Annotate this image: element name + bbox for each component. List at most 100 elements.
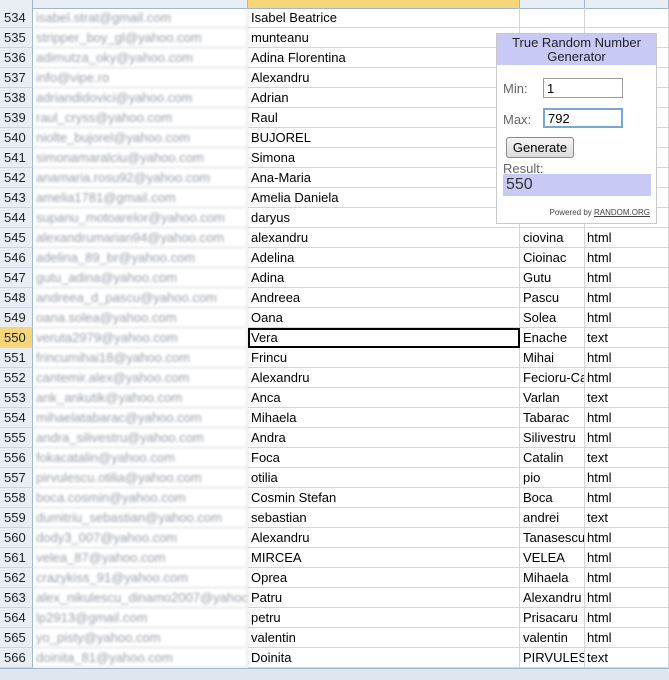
- active-cell[interactable]: Vera: [248, 328, 520, 348]
- row-header[interactable]: 545: [0, 228, 33, 248]
- cell-format[interactable]: html: [585, 568, 669, 588]
- cell-last-name[interactable]: Alexandru: [520, 588, 585, 608]
- cell-email[interactable]: raul_cryss@yahoo.com: [33, 108, 248, 128]
- cell-first-name[interactable]: Oprea: [248, 568, 520, 588]
- cell-email[interactable]: alex_nikulescu_dinamo2007@yahoo.com: [33, 588, 248, 608]
- cell-last-name[interactable]: Prisacaru: [520, 608, 585, 628]
- cell-last-name[interactable]: Boca: [520, 488, 585, 508]
- cell-email[interactable]: oana.solea@yahoo.com: [33, 308, 248, 328]
- cell-first-name[interactable]: petru: [248, 608, 520, 628]
- cell-first-name[interactable]: otilia: [248, 468, 520, 488]
- cell-first-name[interactable]: Patru: [248, 588, 520, 608]
- cell-email[interactable]: info@vipe.ro: [33, 68, 248, 88]
- min-input[interactable]: [543, 78, 623, 98]
- cell-email[interactable]: simonamaralciu@yahoo.com: [33, 148, 248, 168]
- row-header[interactable]: 556: [0, 448, 33, 468]
- cell-last-name[interactable]: Gutu: [520, 268, 585, 288]
- row-header[interactable]: 561: [0, 548, 33, 568]
- row-header[interactable]: 564: [0, 608, 33, 628]
- cell-first-name[interactable]: Andreea: [248, 288, 520, 308]
- cell-format[interactable]: html: [585, 628, 669, 648]
- cell-first-name[interactable]: Adina Florentina: [248, 48, 520, 68]
- row-header[interactable]: 549: [0, 308, 33, 328]
- cell-last-name[interactable]: Fecioru-Ca: [520, 368, 585, 388]
- cell-email[interactable]: adimutza_oky@yahoo.com: [33, 48, 248, 68]
- cell-last-name[interactable]: Enache: [520, 328, 585, 348]
- column-header-c[interactable]: [520, 0, 585, 8]
- cell-format[interactable]: html: [585, 248, 669, 268]
- cell-first-name[interactable]: Andra: [248, 428, 520, 448]
- cell-format[interactable]: html: [585, 608, 669, 628]
- cell-last-name[interactable]: valentin: [520, 628, 585, 648]
- cell-email[interactable]: frincumihai18@yahoo.com: [33, 348, 248, 368]
- cell-last-name[interactable]: PIRVULESC: [520, 648, 585, 668]
- cell-email[interactable]: niolte_bujorel@yahoo.com: [33, 128, 248, 148]
- cell-first-name[interactable]: Adelina: [248, 248, 520, 268]
- cell-first-name[interactable]: Mihaela: [248, 408, 520, 428]
- cell-email[interactable]: anamaria.rosu92@yahoo.com: [33, 168, 248, 188]
- cell-email[interactable]: gutu_adina@yahoo.com: [33, 268, 248, 288]
- cell-first-name[interactable]: daryus: [248, 208, 520, 228]
- column-header-b[interactable]: [248, 0, 520, 8]
- cell-format[interactable]: text: [585, 388, 669, 408]
- cell-email[interactable]: mihaelatabarac@yahoo.com: [33, 408, 248, 428]
- cell-email[interactable]: andreea_d_pascu@yahoo.com: [33, 288, 248, 308]
- row-header[interactable]: 566: [0, 648, 33, 668]
- row-header[interactable]: 537: [0, 68, 33, 88]
- cell-first-name[interactable]: Anca: [248, 388, 520, 408]
- cell-format[interactable]: html: [585, 468, 669, 488]
- cell-last-name[interactable]: Varlan: [520, 388, 585, 408]
- cell-last-name[interactable]: Mihai: [520, 348, 585, 368]
- cell-first-name[interactable]: Frincu: [248, 348, 520, 368]
- cell-format[interactable]: text: [585, 648, 669, 668]
- row-header[interactable]: 548: [0, 288, 33, 308]
- cell-format[interactable]: html: [585, 408, 669, 428]
- row-header[interactable]: 558: [0, 488, 33, 508]
- cell-format[interactable]: html: [585, 588, 669, 608]
- row-header[interactable]: 559: [0, 508, 33, 528]
- cell-format[interactable]: html: [585, 268, 669, 288]
- cell-email[interactable]: isabel.strat@gmail.com: [33, 8, 248, 28]
- cell-email[interactable]: fokacatalin@yahoo.com: [33, 448, 248, 468]
- cell-email[interactable]: lp2913@gmail.com: [33, 608, 248, 628]
- row-header[interactable]: 563: [0, 588, 33, 608]
- row-header[interactable]: 540: [0, 128, 33, 148]
- select-all-corner[interactable]: [0, 0, 33, 8]
- cell-last-name[interactable]: pio: [520, 468, 585, 488]
- cell-email[interactable]: supanu_motoarelor@yahoo.com: [33, 208, 248, 228]
- row-header[interactable]: 554: [0, 408, 33, 428]
- cell-email[interactable]: doinita_81@yahoo.com: [33, 648, 248, 668]
- max-input[interactable]: [543, 108, 623, 128]
- cell-email[interactable]: alexandrumarian94@yahoo.com: [33, 228, 248, 248]
- row-header[interactable]: 551: [0, 348, 33, 368]
- cell-email[interactable]: stripper_boy_gl@yahoo.com: [33, 28, 248, 48]
- row-header[interactable]: 541: [0, 148, 33, 168]
- cell-format[interactable]: text: [585, 448, 669, 468]
- row-header[interactable]: 544: [0, 208, 33, 228]
- row-header[interactable]: 562: [0, 568, 33, 588]
- cell-first-name[interactable]: Alexandru: [248, 68, 520, 88]
- cell-first-name[interactable]: Alexandru: [248, 368, 520, 388]
- row-header[interactable]: 543: [0, 188, 33, 208]
- cell-last-name[interactable]: Tanasescu: [520, 528, 585, 548]
- cell-first-name[interactable]: Foca: [248, 448, 520, 468]
- row-header[interactable]: 553: [0, 388, 33, 408]
- sheet-tab-bar[interactable]: [0, 668, 669, 680]
- cell-first-name[interactable]: Doinita: [248, 648, 520, 668]
- cell-format[interactable]: html: [585, 528, 669, 548]
- cell-format[interactable]: html: [585, 488, 669, 508]
- cell-format[interactable]: html: [585, 228, 669, 248]
- cell-format[interactable]: text: [585, 328, 669, 348]
- cell-format[interactable]: html: [585, 308, 669, 328]
- cell-format[interactable]: html: [585, 548, 669, 568]
- cell-first-name[interactable]: Isabel Beatrice: [248, 8, 520, 28]
- cell-format[interactable]: html: [585, 348, 669, 368]
- cell-first-name[interactable]: Amelia Daniela: [248, 188, 520, 208]
- row-header[interactable]: 534: [0, 8, 33, 28]
- cell-format[interactable]: [585, 8, 669, 28]
- cell-first-name[interactable]: BUJOREL: [248, 128, 520, 148]
- cell-email[interactable]: dody3_007@yahoo.com: [33, 528, 248, 548]
- cell-email[interactable]: veruta2979@yahoo.com: [33, 328, 248, 348]
- row-header[interactable]: 542: [0, 168, 33, 188]
- cell-first-name[interactable]: alexandru: [248, 228, 520, 248]
